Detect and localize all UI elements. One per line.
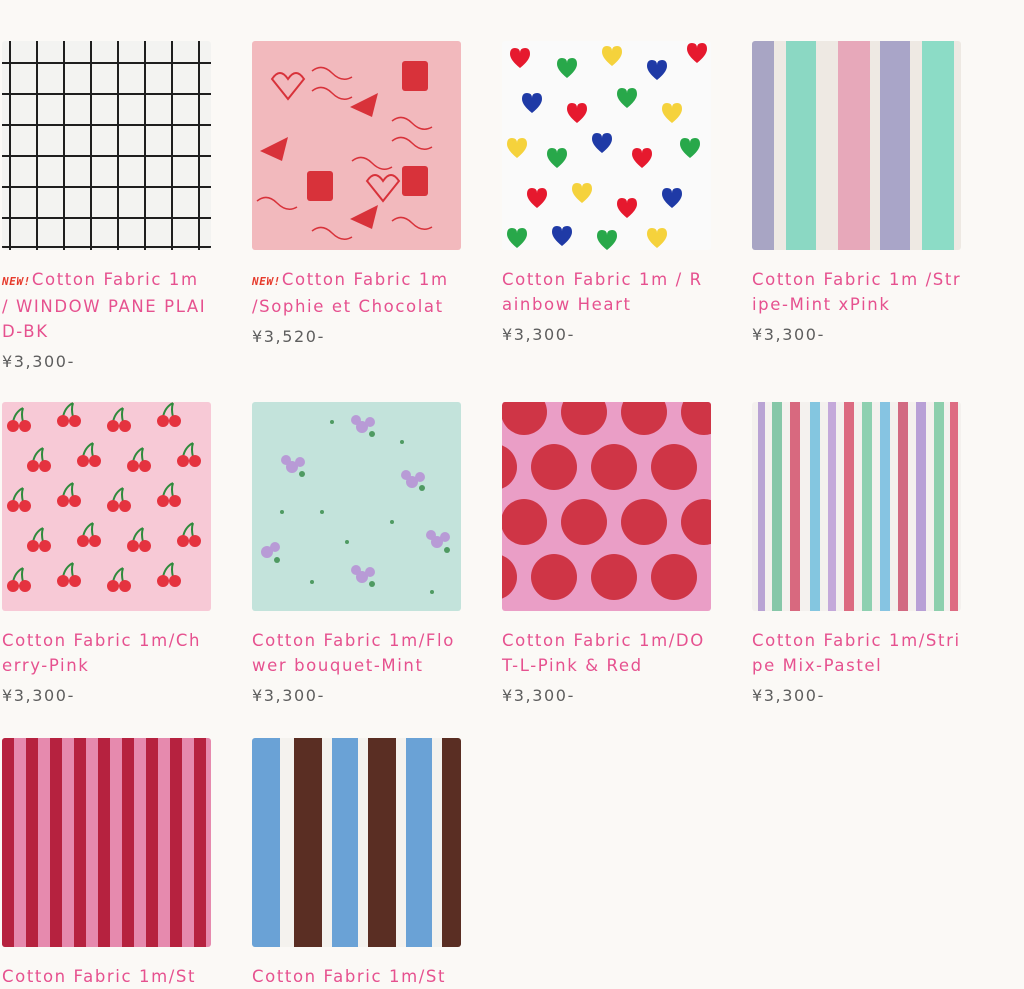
product-title[interactable]: Cotton Fabric 1m/Flower bouquet-Mint	[252, 628, 462, 678]
product-card[interactable]: NEW!Cotton Fabric 1m /Sophie et Chocolat…	[252, 41, 462, 349]
product-card[interactable]: Cotton Fabric 1m /Stripe-Mint xPink ¥3,3…	[752, 41, 962, 347]
product-title[interactable]: NEW!Cotton Fabric 1m / WINDOW PANE PLAID…	[2, 267, 212, 344]
product-price: ¥3,300-	[752, 686, 825, 705]
product-price: ¥3,300-	[502, 325, 575, 344]
product-title[interactable]: Cotton Fabric 1m / Rainbow Heart	[502, 267, 712, 317]
product-card[interactable]: Cotton Fabric 1m/Cherry-Pink ¥3,300-	[2, 402, 212, 708]
product-price: ¥3,300-	[752, 325, 825, 344]
product-image[interactable]	[2, 402, 211, 611]
product-image[interactable]	[2, 738, 211, 947]
product-image[interactable]	[252, 402, 461, 611]
product-card[interactable]: Cotton Fabric 1m/St	[252, 738, 462, 989]
product-image[interactable]	[252, 738, 461, 947]
product-card[interactable]: Cotton Fabric 1m / Rainbow Heart ¥3,300-	[502, 41, 712, 347]
product-image[interactable]	[752, 402, 961, 611]
new-badge: NEW!	[2, 275, 31, 288]
product-price: ¥3,300-	[2, 686, 75, 705]
product-card[interactable]: NEW!Cotton Fabric 1m / WINDOW PANE PLAID…	[2, 41, 212, 374]
product-title[interactable]: Cotton Fabric 1m/Stripe Mix-Pastel	[752, 628, 962, 678]
product-title[interactable]: Cotton Fabric 1m/St	[252, 964, 462, 989]
product-title[interactable]: Cotton Fabric 1m/DOT-L-Pink & Red	[502, 628, 712, 678]
product-image[interactable]	[502, 402, 711, 611]
product-price: ¥3,520-	[252, 327, 325, 346]
new-badge: NEW!	[252, 275, 281, 288]
product-card[interactable]: Cotton Fabric 1m/Stripe Mix-Pastel ¥3,30…	[752, 402, 962, 708]
product-price: ¥3,300-	[502, 686, 575, 705]
product-image[interactable]	[2, 41, 211, 250]
product-card[interactable]: Cotton Fabric 1m/DOT-L-Pink & Red ¥3,300…	[502, 402, 712, 708]
product-title[interactable]: Cotton Fabric 1m/Cherry-Pink	[2, 628, 212, 678]
product-image[interactable]	[752, 41, 961, 250]
product-card[interactable]: Cotton Fabric 1m/Flower bouquet-Mint ¥3,…	[252, 402, 462, 708]
product-image[interactable]	[252, 41, 461, 250]
product-title[interactable]: NEW!Cotton Fabric 1m /Sophie et Chocolat	[252, 267, 462, 319]
product-image[interactable]	[502, 41, 711, 250]
product-price: ¥3,300-	[252, 686, 325, 705]
product-card[interactable]: Cotton Fabric 1m/St	[2, 738, 212, 989]
product-title[interactable]: Cotton Fabric 1m/St	[2, 964, 212, 989]
product-title[interactable]: Cotton Fabric 1m /Stripe-Mint xPink	[752, 267, 962, 317]
product-price: ¥3,300-	[2, 352, 75, 371]
